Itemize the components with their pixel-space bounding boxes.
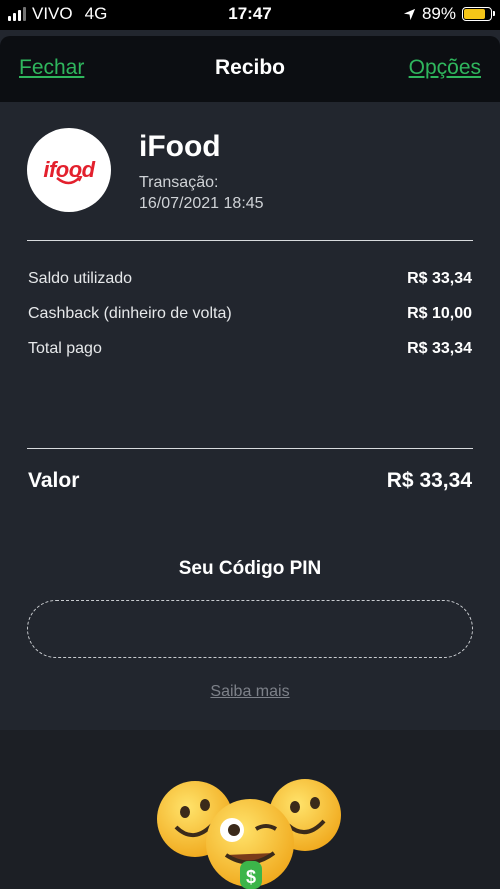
merchant-logo: ifood xyxy=(27,128,111,212)
receipt-screen: VIVO 4G 17:47 89% Fechar Recibo Opções i… xyxy=(0,0,500,889)
summary-amount: R$ 10,00 xyxy=(407,305,472,322)
total-amount: R$ 33,34 xyxy=(386,469,472,492)
summary-row-cashback: Cashback (dinheiro de volta) R$ 10,00 xyxy=(28,305,472,323)
status-right: 89% xyxy=(403,4,495,24)
merchant-name: iFood xyxy=(139,130,221,163)
divider-bottom xyxy=(27,448,473,449)
total-label: Valor xyxy=(28,469,80,492)
transaction-date: 16/07/2021 18:45 xyxy=(139,195,264,212)
battery-percent: 89% xyxy=(421,4,456,23)
options-button[interactable]: Opções xyxy=(409,56,481,80)
nav-bar: Fechar Recibo Opções xyxy=(0,36,500,102)
emoji-group-icon: $ xyxy=(157,779,341,889)
battery-icon xyxy=(462,7,495,21)
transaction-label: Transação: xyxy=(139,174,219,191)
pin-title: Seu Código PIN xyxy=(178,558,322,579)
summary-amount: R$ 33,34 xyxy=(407,340,472,357)
summary-row-total-paid: Total pago R$ 33,34 xyxy=(28,340,472,358)
summary-amount: R$ 33,34 xyxy=(407,270,472,287)
divider-top xyxy=(27,240,473,241)
pin-code-box[interactable] xyxy=(27,600,473,658)
summary-label: Cashback (dinheiro de volta) xyxy=(28,305,232,322)
summary-row-balance: Saldo utilizado R$ 33,34 xyxy=(28,270,472,288)
location-arrow-icon xyxy=(403,8,416,20)
summary-label: Total pago xyxy=(28,340,102,357)
summary-label: Saldo utilizado xyxy=(28,270,133,287)
battery-fill xyxy=(464,9,485,19)
smile-icon xyxy=(56,176,83,185)
status-bar: VIVO 4G 17:47 89% xyxy=(0,0,500,30)
svg-text:$: $ xyxy=(246,867,256,887)
total-value-row: Valor R$ 33,34 xyxy=(28,469,472,493)
learn-more-link[interactable]: Saiba mais xyxy=(0,683,500,701)
